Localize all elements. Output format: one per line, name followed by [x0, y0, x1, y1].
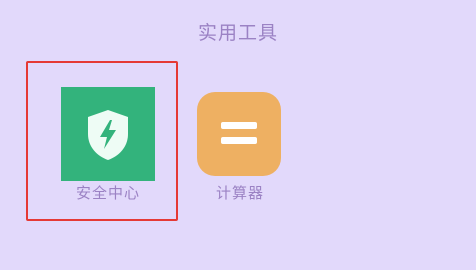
- folder-title: 实用工具: [197, 22, 278, 44]
- security-center-label: 安全中心: [75, 184, 140, 202]
- calculator-label: 计算器: [215, 184, 264, 202]
- security-center-app-icon[interactable]: [61, 87, 155, 181]
- equals-icon: [221, 122, 257, 144]
- calculator-app-icon[interactable]: [197, 92, 281, 176]
- shield-bolt-icon: [88, 110, 128, 160]
